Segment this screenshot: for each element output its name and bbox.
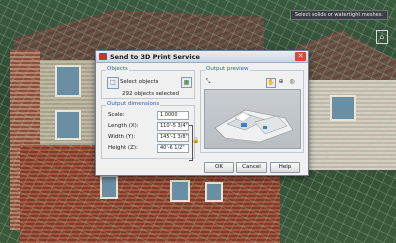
window [100, 175, 118, 199]
window [170, 180, 190, 202]
orbit-icon[interactable]: ◎ [288, 78, 296, 86]
zoom-extents-icon[interactable]: ⤡ [204, 78, 212, 86]
help-button[interactable]: Help [270, 162, 300, 173]
dialog-titlebar[interactable]: Send to 3D Print Service ✕ [96, 51, 308, 63]
scale-label: Scale: [108, 112, 125, 118]
select-objects-icon[interactable]: ⬚ [107, 77, 119, 89]
quick-select-icon[interactable]: ▦ [181, 77, 192, 88]
height-input[interactable]: 40'-6 1/2" [157, 144, 189, 153]
objects-legend: Objects [106, 66, 129, 72]
dimensions-legend: Output dimensions [106, 101, 161, 107]
width-label: Width (Y): [108, 134, 136, 140]
objects-group: Objects ⬚ Select objects ▦ 292 objects s… [101, 66, 195, 99]
send-to-3d-print-dialog: Send to 3D Print Service ✕ Objects ⬚ Sel… [95, 50, 309, 176]
output-dimensions-group: Output dimensions Scale: 1.0000 Length (… [101, 101, 199, 161]
select-objects-label[interactable]: Select objects [120, 79, 159, 85]
length-input[interactable]: 110'-5 3/4" [157, 122, 189, 131]
window [55, 110, 81, 140]
window [205, 182, 223, 202]
pan-icon[interactable]: ✋ [266, 78, 276, 88]
length-label: Length (X): [108, 123, 139, 129]
preview-legend: Output preview [205, 66, 250, 72]
output-preview-group: Output preview ⤡ ✋ ⊕ ◎ [200, 66, 304, 153]
lock-icon[interactable]: 🔒 [192, 138, 199, 144]
viewcube-icon[interactable]: ⌂ [376, 30, 388, 44]
cancel-button[interactable]: Cancel [236, 162, 267, 173]
preview-canvas[interactable] [204, 89, 301, 149]
objects-selected-count: 292 objects selected [122, 91, 180, 97]
command-tooltip: Select solids or watertight meshes: [289, 10, 388, 20]
dialog-title: Send to 3D Print Service [110, 52, 200, 61]
scale-input[interactable]: 1.0000 [157, 111, 189, 120]
app-icon [99, 53, 107, 60]
house-model-preview [214, 109, 294, 145]
width-input[interactable]: 145'-1 3/8" [157, 133, 189, 142]
close-button[interactable]: ✕ [295, 52, 306, 61]
window [330, 95, 356, 121]
height-label: Height (Z): [108, 145, 138, 151]
window [55, 65, 81, 97]
ok-button[interactable]: OK [204, 162, 234, 173]
zoom-icon[interactable]: ⊕ [277, 78, 285, 86]
